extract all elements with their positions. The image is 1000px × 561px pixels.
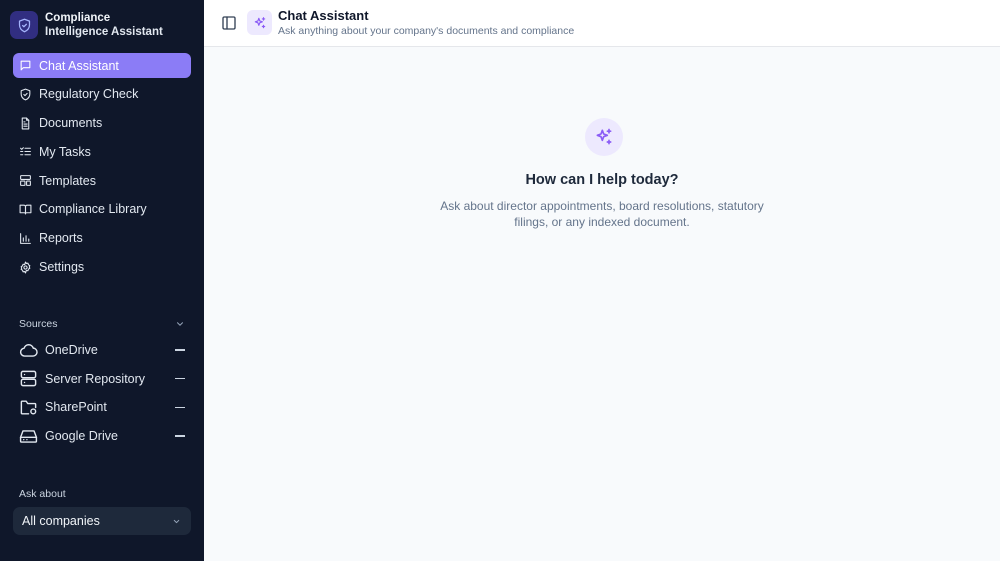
minus-icon[interactable] — [175, 378, 185, 380]
chat-area: How can I help today? Ask about director… — [204, 48, 1000, 561]
minus-icon[interactable] — [175, 435, 185, 437]
company-select[interactable]: All companies — [13, 507, 191, 535]
folder-share-icon — [20, 400, 37, 415]
nav-item-label: Documents — [39, 116, 103, 131]
source-label: SharePoint — [45, 400, 107, 415]
sources-header[interactable]: Sources — [19, 318, 185, 330]
minus-icon[interactable] — [175, 406, 185, 409]
chevron-down-icon — [173, 519, 180, 523]
source-item-onedrive[interactable]: OneDrive — [19, 339, 187, 361]
nav-item-label: My Tasks — [39, 144, 91, 159]
top-header: Chat Assistant Ask anything about your c… — [204, 0, 1000, 47]
nav-item-compliance-library[interactable]: Compliance Library — [13, 197, 191, 222]
nav-item-templates[interactable]: Templates — [13, 168, 191, 193]
document-icon — [21, 117, 30, 130]
brand-subtitle: Intelligence Assistant — [45, 26, 163, 38]
nav-item-my-tasks[interactable]: My Tasks — [13, 139, 191, 164]
nav-item-label: Templates — [39, 173, 96, 188]
nav-item-settings[interactable]: Settings — [13, 255, 191, 280]
nav-item-documents[interactable]: Documents — [13, 111, 191, 136]
minus-icon[interactable] — [175, 349, 185, 351]
sidebar: Compliance Intelligence Assistant Chat A… — [0, 0, 204, 561]
brand-title: Compliance — [45, 12, 111, 24]
sparkles-icon — [585, 118, 623, 156]
shield-logo-icon — [10, 11, 38, 39]
cloud-icon — [19, 343, 38, 357]
source-label: Google Drive — [45, 429, 118, 444]
nav-item-reports[interactable]: Reports — [13, 226, 191, 251]
tasks-icon — [20, 147, 31, 156]
server-icon — [20, 370, 37, 387]
drive-icon — [19, 429, 38, 443]
empty-state-title: How can I help today? — [525, 172, 679, 188]
source-label: Server Repository — [45, 371, 146, 386]
page-subtitle: Ask anything about your company's docume… — [278, 25, 575, 37]
nav-item-label: Settings — [39, 260, 85, 275]
sources-list: OneDrive Server Repository SharePoint Go… — [19, 339, 187, 454]
main-nav: Chat Assistant Regulatory Check Document… — [13, 53, 191, 283]
sparkles-icon — [247, 10, 272, 35]
book-icon — [19, 204, 32, 215]
bar-chart-icon — [20, 232, 31, 244]
shield-check-icon — [20, 88, 31, 101]
nav-item-label: Reports — [39, 231, 83, 246]
template-icon — [20, 175, 31, 187]
nav-item-label: Chat Assistant — [39, 58, 119, 73]
empty-state-description: Ask about director appointments, board r… — [440, 199, 764, 229]
nav-item-regulatory-check[interactable]: Regulatory Check — [13, 82, 191, 107]
nav-item-label: Compliance Library — [39, 202, 147, 217]
source-item-google-drive[interactable]: Google Drive — [19, 425, 187, 447]
chevron-down-icon — [176, 322, 184, 326]
nav-item-chat-assistant[interactable]: Chat Assistant — [13, 53, 191, 78]
source-label: OneDrive — [45, 343, 98, 357]
chat-icon — [20, 60, 31, 71]
nav-item-label: Regulatory Check — [39, 87, 139, 102]
ask-about-label: Ask about — [19, 488, 66, 500]
source-item-sharepoint[interactable]: SharePoint — [19, 396, 187, 418]
sources-label: Sources — [19, 318, 58, 330]
gear-icon — [20, 261, 31, 274]
sidebar-toggle-icon[interactable] — [221, 15, 237, 31]
company-select-value: All companies — [22, 514, 100, 528]
brand: Compliance Intelligence Assistant — [10, 11, 163, 39]
page-title: Chat Assistant — [278, 8, 369, 23]
source-item-server-repository[interactable]: Server Repository — [19, 368, 187, 390]
